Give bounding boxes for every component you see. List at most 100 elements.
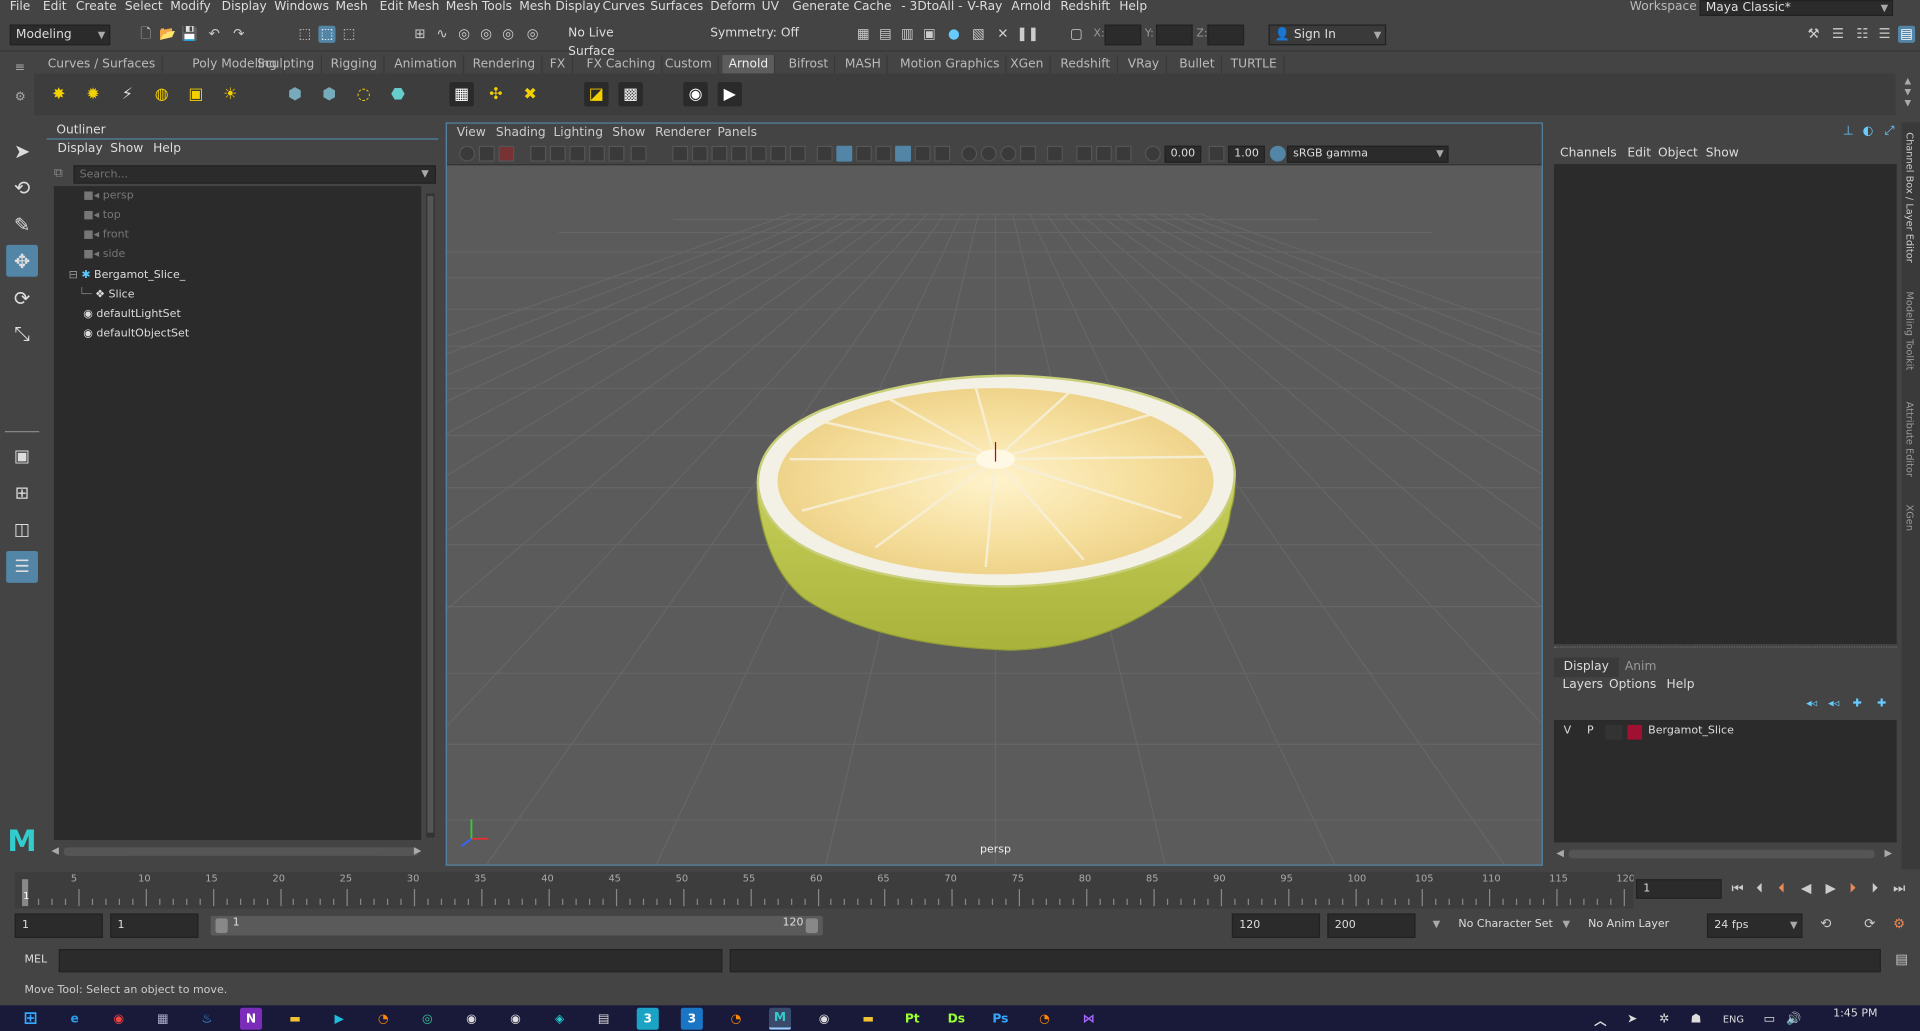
shelf-tab-redshift[interactable]: Redshift [1054,55,1118,74]
tray-chevron-icon[interactable]: ︿ [1589,1008,1611,1030]
standin-icon[interactable]: ⬢ [283,82,307,106]
obs-icon-2[interactable]: ◉ [504,1008,526,1030]
menu-mesh[interactable]: Mesh [336,0,368,13]
range-start-handle[interactable] [215,918,228,934]
modeling-toolkit-icon[interactable]: ⚒ [1805,26,1822,43]
scrollbar-thumb[interactable] [427,195,434,833]
layer-menu-options[interactable]: Options [1609,678,1656,691]
shelf-tab-sculpting[interactable]: Sculpting [251,55,322,74]
wireframe-on-shaded-icon[interactable] [855,145,872,162]
menu-deform[interactable]: Deform [710,0,756,13]
viewport-scene[interactable] [446,165,1543,865]
shelf-tab-rigging[interactable]: Rigging [324,55,385,74]
scene-start-field[interactable]: 1 [14,913,103,938]
tx-manager-icon[interactable]: ✣ [484,82,508,106]
xray-joints-icon[interactable] [1076,145,1093,162]
new-layer-selected-icon[interactable]: ✚ [1877,698,1886,710]
volume-icon[interactable]: 🔊 [1783,1008,1805,1030]
paint-select-icon[interactable]: ✎ [6,208,38,240]
undo-icon[interactable]: ↶ [206,26,223,43]
app-icon-4[interactable]: ▤ [593,1008,615,1030]
menu-display[interactable]: Display [222,0,267,13]
viewport-menu-shading[interactable]: Shading [496,126,546,139]
menu-create[interactable]: Create [76,0,117,13]
menu-set-dropdown[interactable]: Modeling ▼ [9,24,111,46]
x-field[interactable] [1104,24,1142,46]
select-tool-icon[interactable]: ➤ [6,135,38,167]
camera-icon[interactable] [530,145,547,162]
tab-xgen[interactable]: XGen [1904,504,1915,531]
menu-windows[interactable]: Windows [274,0,329,13]
chevron-down-icon[interactable]: ▼ [421,168,429,179]
anim-prefs-icon[interactable]: ⚙ [1891,916,1908,933]
steam-icon[interactable]: ♨ [196,1008,218,1030]
blender-icon-2[interactable]: ◔ [725,1008,747,1030]
chrome-icon[interactable]: ◉ [108,1008,130,1030]
z-field[interactable] [1207,24,1245,46]
photometric-light-icon[interactable]: ⚡ [115,82,139,106]
viewport-menu-lighting[interactable]: Lighting [553,126,602,139]
multisample-icon[interactable] [980,145,997,162]
outliner-search-input[interactable] [73,165,436,184]
shadows-icon[interactable] [914,145,931,162]
collapse-icon[interactable]: ⊟ [69,269,82,281]
viewport-menu-view[interactable]: View [457,126,486,139]
select-by-object-icon[interactable]: ⬚ [318,25,336,43]
outliner-item-default-object-set[interactable]: ◉ defaultObjectSet [83,324,189,344]
substance-painter-icon[interactable]: Pt [901,1008,923,1030]
shelf-scroll-arrows[interactable]: ▲ ▼ ▼ [1900,76,1915,113]
layer-visibility-toggle[interactable]: V [1564,725,1572,737]
outliner-layout-icon[interactable]: ☰ [6,551,38,583]
procedural-icon[interactable]: ⬣ [386,82,410,106]
safe-title-icon[interactable] [789,145,806,162]
save-scene-icon[interactable]: 💾 [181,26,198,43]
auto-key-icon[interactable]: ⟳ [1861,916,1878,933]
viewport-menu-panels[interactable]: Panels [718,126,757,139]
menu-3dtoall[interactable]: - 3DtoAll - [901,0,962,13]
xray-active-icon[interactable] [1095,145,1112,162]
menu-surfaces[interactable]: Surfaces [650,0,703,13]
outliner-item-front[interactable]: ■◂ front [83,225,129,245]
expand-icon[interactable]: ⤢ [1885,125,1895,138]
make-live-icon[interactable]: ◎ [524,26,541,43]
tool-settings-icon[interactable]: ☷ [1854,26,1871,43]
arnold-render-icon[interactable]: ▧ [970,26,987,43]
layer-menu-layers[interactable]: Layers [1562,678,1603,691]
light-portal-icon[interactable]: ▣ [184,82,208,106]
filter-icon[interactable]: ⧉ [54,167,63,180]
menu-uv[interactable]: UV [762,0,779,13]
3dsmax-icon-2[interactable]: 3 [680,1007,703,1030]
maya-taskbar-icon[interactable]: M [768,1007,792,1030]
scroll-right-icon[interactable]: ▶ [1885,847,1893,858]
redo-icon[interactable]: ↷ [230,26,247,43]
viewport-menu-renderer[interactable]: Renderer [655,126,711,139]
outliner-menu-display[interactable]: Display [58,142,103,155]
layer-row-bergamot[interactable]: V P Bergamot_Slice [1554,722,1897,742]
move-layer-down-icon[interactable]: ◂◃ [1828,698,1839,710]
onenote-icon[interactable]: N [240,1007,263,1030]
clock[interactable]: 1:45 PM [1833,1008,1877,1020]
menu-cache[interactable]: Cache [853,0,891,13]
scroll-right-icon[interactable]: ▶ [414,845,422,856]
layer-playback-toggle[interactable]: P [1587,725,1594,737]
menu-curves[interactable]: Curves [602,0,645,13]
render-settings-icon[interactable]: ▣ [921,26,938,43]
gate-mask-icon[interactable] [731,145,747,162]
move-tool-icon[interactable]: ✥ [6,244,38,277]
bergamot-slice-mesh[interactable] [756,374,1236,651]
scroll-left-icon[interactable]: ◀ [1556,847,1564,858]
shelf-tab-curves-surfaces[interactable]: Curves / Surfaces [42,55,163,74]
shelf-tab-xgen[interactable]: XGen [1004,55,1051,74]
new-scene-icon[interactable]: 🗋 [137,26,154,43]
shelf-tab-arnold[interactable]: Arnold [722,55,776,74]
shelf-tab-turtle[interactable]: TURTLE [1225,55,1285,74]
menu-mesh-tools[interactable]: Mesh Tools [446,0,512,13]
image-plane-icon[interactable] [498,145,515,162]
shelf-tab-bifrost[interactable]: Bifrost [782,55,836,74]
playback-end-field[interactable]: 120 [1231,913,1321,938]
outliner-item-default-light-set[interactable]: ◉ defaultLightSet [83,305,181,325]
layer-color-swatch[interactable] [1627,724,1643,740]
select-by-component-icon[interactable]: ⬚ [340,26,357,43]
shelf-tab-rendering[interactable]: Rendering [467,55,543,74]
flush-cache-icon[interactable]: ✖ [518,82,542,106]
